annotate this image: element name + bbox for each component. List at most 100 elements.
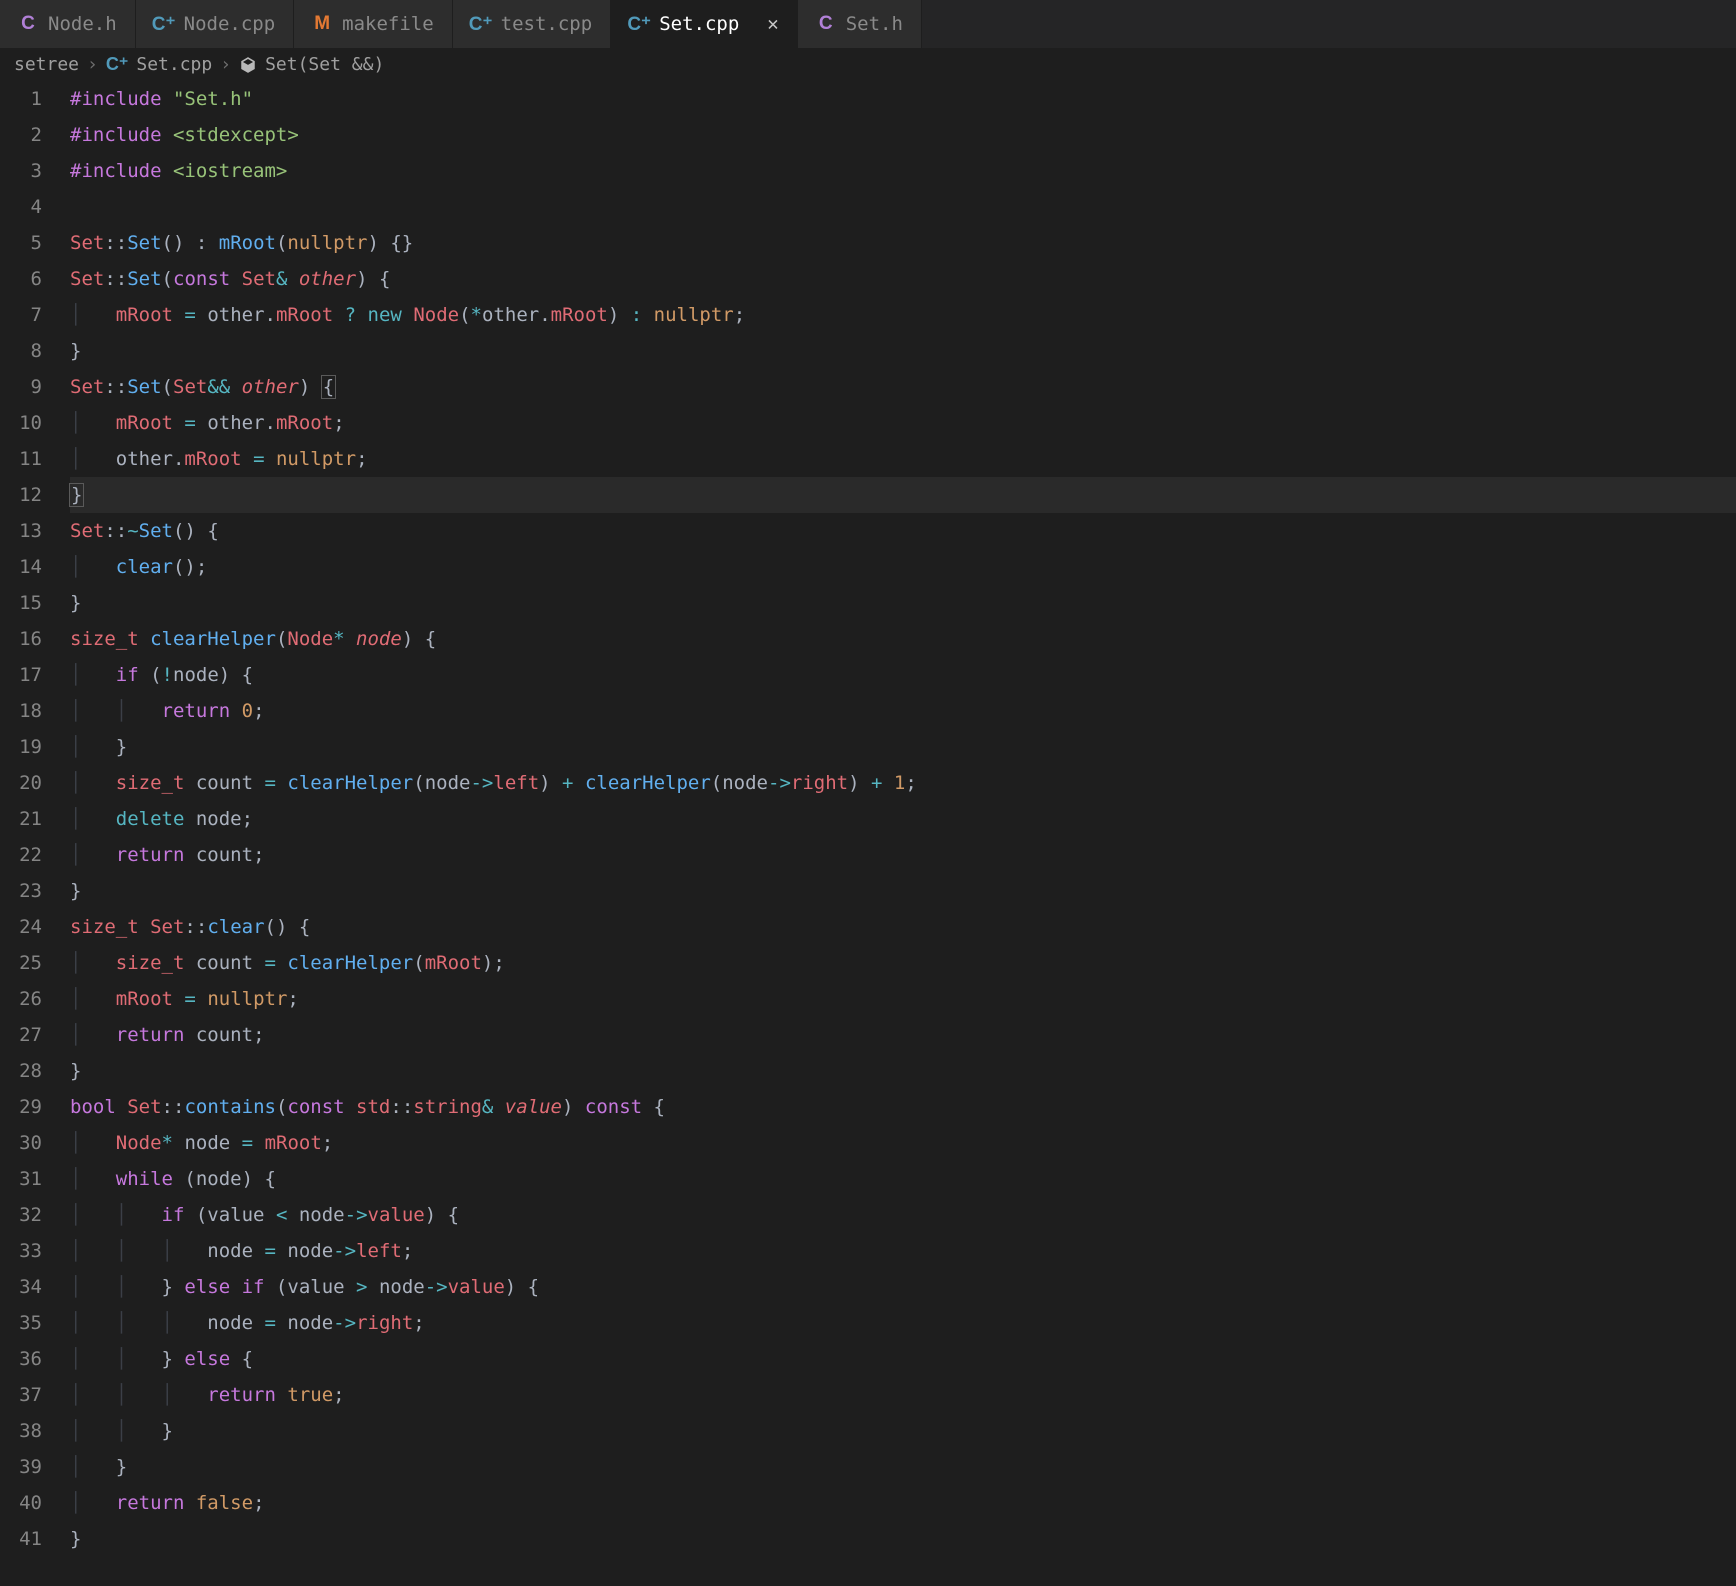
code-line[interactable]: │ }: [70, 1449, 1736, 1485]
code-line[interactable]: Set::Set() : mRoot(nullptr) {}: [70, 225, 1736, 261]
cpp-file-icon: C⁺: [106, 54, 129, 75]
code-line[interactable]: │ │ } else {: [70, 1341, 1736, 1377]
code-line[interactable]: Set::~Set() {: [70, 513, 1736, 549]
code-line[interactable]: │ return count;: [70, 837, 1736, 873]
code-line[interactable]: │ return false;: [70, 1485, 1736, 1521]
code-line[interactable]: bool Set::contains(const std::string& va…: [70, 1089, 1736, 1125]
code-line[interactable]: │ other.mRoot = nullptr;: [70, 441, 1736, 477]
tab-bar: CNode.hC⁺Node.cppMmakefileC⁺test.cppC⁺Se…: [0, 0, 1736, 48]
code-line[interactable]: │ │ │ return true;: [70, 1377, 1736, 1413]
tab-set-cpp[interactable]: C⁺ Set.cpp ✕: [611, 0, 798, 48]
line-number: 29: [0, 1089, 42, 1125]
symbol-method-icon: [239, 56, 257, 74]
code-line[interactable]: │ clear();: [70, 549, 1736, 585]
line-number: 17: [0, 657, 42, 693]
line-number: 33: [0, 1233, 42, 1269]
code-line[interactable]: │ Node* node = mRoot;: [70, 1125, 1736, 1161]
line-number: 1: [0, 81, 42, 117]
line-number: 40: [0, 1485, 42, 1521]
makefile-icon: M: [312, 14, 332, 34]
tab-node-cpp[interactable]: C⁺Node.cpp: [136, 0, 295, 48]
tab-label: makefile: [342, 13, 434, 35]
tab-makefile[interactable]: Mmakefile: [294, 0, 453, 48]
line-number: 35: [0, 1305, 42, 1341]
code-line[interactable]: │ │ }: [70, 1413, 1736, 1449]
line-number: 39: [0, 1449, 42, 1485]
line-number: 12: [0, 477, 42, 513]
code-line[interactable]: Set::Set(Set&& other) {: [70, 369, 1736, 405]
line-number: 15: [0, 585, 42, 621]
tab-label: Set.cpp: [659, 13, 739, 35]
code-line[interactable]: │ delete node;: [70, 801, 1736, 837]
line-number: 21: [0, 801, 42, 837]
line-number: 3: [0, 153, 42, 189]
breadcrumb-symbol[interactable]: Set(Set &&): [265, 54, 384, 75]
line-number: 22: [0, 837, 42, 873]
code-line[interactable]: │ return count;: [70, 1017, 1736, 1053]
breadcrumb-sep-icon: ›: [220, 54, 231, 75]
c-header-icon: C: [816, 14, 836, 34]
line-number: 26: [0, 981, 42, 1017]
cpp-file-icon: C⁺: [471, 14, 491, 34]
line-number: 6: [0, 261, 42, 297]
code-line[interactable]: │ │ return 0;: [70, 693, 1736, 729]
code-area[interactable]: #include "Set.h"#include <stdexcept>#inc…: [70, 81, 1736, 1557]
code-line[interactable]: │ mRoot = other.mRoot;: [70, 405, 1736, 441]
code-line[interactable]: │ │ │ node = node->left;: [70, 1233, 1736, 1269]
code-line[interactable]: }: [70, 1521, 1736, 1557]
tab-test-cpp[interactable]: C⁺ test.cpp: [453, 0, 612, 48]
tab-node-h[interactable]: CNode.h: [0, 0, 136, 48]
code-line[interactable]: │ size_t count = clearHelper(mRoot);: [70, 945, 1736, 981]
code-line[interactable]: [70, 189, 1736, 225]
code-line[interactable]: }: [70, 585, 1736, 621]
code-line[interactable]: }: [70, 477, 1736, 513]
line-number: 24: [0, 909, 42, 945]
line-number: 19: [0, 729, 42, 765]
line-number: 10: [0, 405, 42, 441]
line-number: 7: [0, 297, 42, 333]
code-line[interactable]: │ │ } else if (value > node->value) {: [70, 1269, 1736, 1305]
line-number: 28: [0, 1053, 42, 1089]
line-number: 36: [0, 1341, 42, 1377]
code-line[interactable]: size_t Set::clear() {: [70, 909, 1736, 945]
code-line[interactable]: │ size_t count = clearHelper(node->left)…: [70, 765, 1736, 801]
code-line[interactable]: }: [70, 333, 1736, 369]
line-number: 5: [0, 225, 42, 261]
line-number: 34: [0, 1269, 42, 1305]
line-number: 41: [0, 1521, 42, 1557]
line-number: 14: [0, 549, 42, 585]
code-line[interactable]: }: [70, 1053, 1736, 1089]
c-header-icon: C: [18, 14, 38, 34]
code-line[interactable]: │ │ │ node = node->right;: [70, 1305, 1736, 1341]
breadcrumb-folder[interactable]: setree: [14, 54, 79, 75]
breadcrumb: setree › C⁺ Set.cpp › Set(Set &&): [0, 48, 1736, 81]
code-line[interactable]: │ mRoot = nullptr;: [70, 981, 1736, 1017]
line-number: 13: [0, 513, 42, 549]
code-line[interactable]: size_t clearHelper(Node* node) {: [70, 621, 1736, 657]
code-line[interactable]: #include <iostream>: [70, 153, 1736, 189]
code-line[interactable]: #include <stdexcept>: [70, 117, 1736, 153]
tab-label: test.cpp: [501, 13, 593, 35]
code-line[interactable]: │ if (!node) {: [70, 657, 1736, 693]
code-line[interactable]: │ }: [70, 729, 1736, 765]
breadcrumb-file[interactable]: Set.cpp: [136, 54, 212, 75]
code-editor[interactable]: 1234567891011121314151617181920212223242…: [0, 81, 1736, 1557]
tab-set-h[interactable]: CSet.h: [798, 0, 922, 48]
line-number: 18: [0, 693, 42, 729]
line-number: 9: [0, 369, 42, 405]
line-number: 8: [0, 333, 42, 369]
line-number-gutter: 1234567891011121314151617181920212223242…: [0, 81, 70, 1557]
cpp-file-icon: C⁺: [629, 14, 649, 34]
code-line[interactable]: }: [70, 873, 1736, 909]
code-line[interactable]: │ mRoot = other.mRoot ? new Node(*other.…: [70, 297, 1736, 333]
code-line[interactable]: #include "Set.h": [70, 81, 1736, 117]
line-number: 32: [0, 1197, 42, 1233]
code-line[interactable]: │ │ if (value < node->value) {: [70, 1197, 1736, 1233]
line-number: 30: [0, 1125, 42, 1161]
line-number: 4: [0, 189, 42, 225]
line-number: 2: [0, 117, 42, 153]
cpp-file-icon: C⁺: [154, 14, 174, 34]
close-tab-icon[interactable]: ✕: [767, 13, 778, 35]
code-line[interactable]: │ while (node) {: [70, 1161, 1736, 1197]
code-line[interactable]: Set::Set(const Set& other) {: [70, 261, 1736, 297]
